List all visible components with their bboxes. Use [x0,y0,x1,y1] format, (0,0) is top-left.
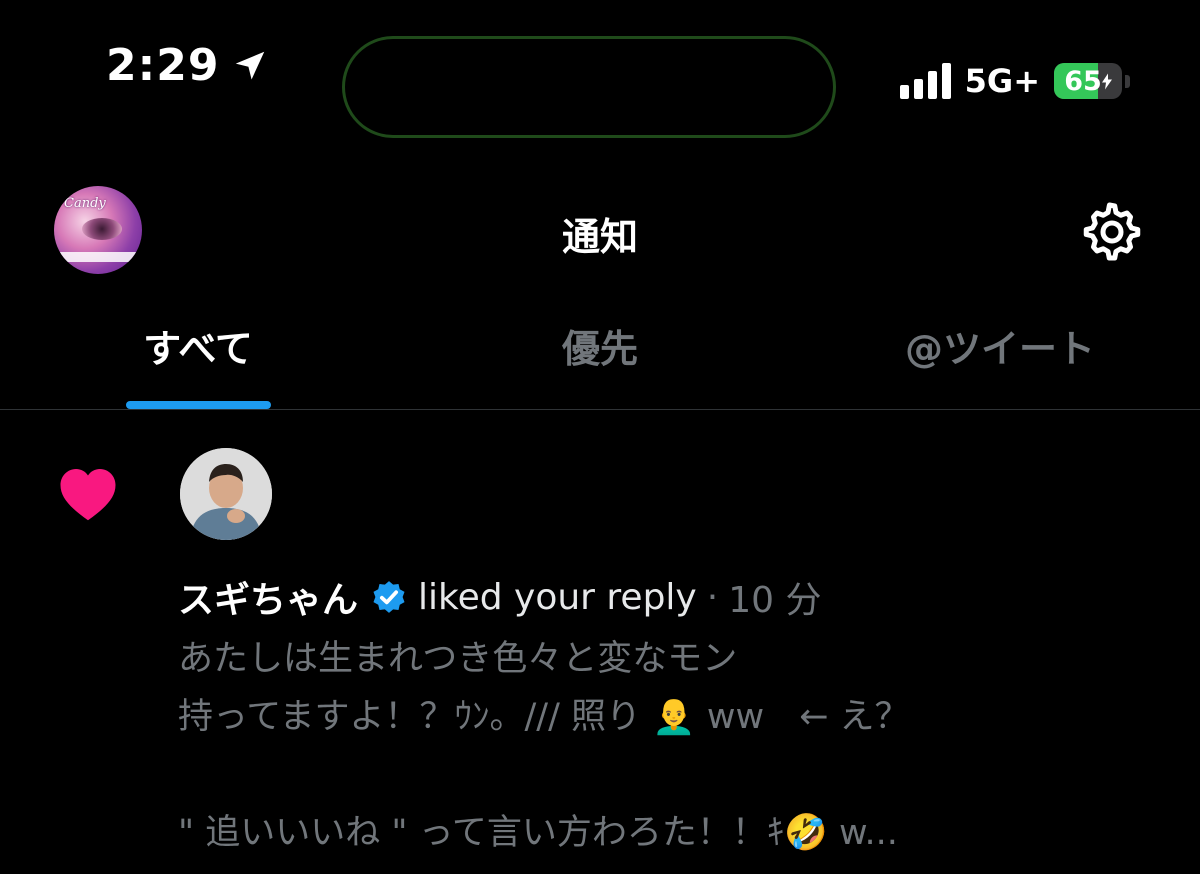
status-time: 2:29 [106,40,269,91]
page-title: 通知 [561,215,638,259]
user-photo [180,448,272,540]
tab-priority[interactable]: 優先 [480,318,720,410]
network-type: 5G+ [964,62,1040,100]
charging-bolt-icon [1101,73,1112,89]
reply-text[interactable]: あたしは生まれつき色々と変なモン 持ってますよ！？ｳﾝ。/// 照り 👨‍🦲 w… [178,630,1078,862]
reply-text-line [178,746,1078,804]
verified-badge-icon [373,581,405,613]
tab-label: @ツイート [904,327,1095,371]
reply-text-line: あたしは生まれつき色々と変なモン [178,639,738,679]
status-time-text: 2:29 [106,40,220,91]
tab-label: 優先 [561,327,638,371]
notification-action: liked your reply [418,576,697,618]
reply-text-line: 持ってますよ！？ｳﾝ。/// 照り 👨‍🦲 ww ← え？ [178,697,910,737]
user-avatar[interactable] [180,448,272,540]
tab-label: すべて [143,327,253,371]
divider [0,409,1200,410]
heart-icon [60,469,116,521]
active-tab-indicator [126,401,271,409]
status-indicators: 5G+ 65 [899,62,1130,100]
notification-header: スギちゃん liked your reply · 10 分 [178,570,821,624]
signal-icon [899,63,951,99]
timestamp: 10 分 [728,580,822,621]
dynamic-island [342,36,836,138]
user-name[interactable]: スギちゃん [178,571,358,623]
notifications-screen: 2:29 5G+ 65 Candy 通知 すべて 優先 @ツイート スギちゃん … [0,0,1200,874]
separator-dot: · [706,576,719,618]
battery-icon: 65 [1054,63,1130,99]
tab-bar: すべて 優先 @ツイート [0,318,1200,410]
location-arrow-icon [236,51,265,79]
gear-icon[interactable] [1082,202,1142,262]
reply-text-line: " 追いいいね " って言い方わろた！！ｷ🤣 w... [178,813,898,853]
tab-all[interactable]: すべて [80,318,316,410]
battery-level: 65 [1064,65,1102,97]
tab-mentions[interactable]: @ツイート [880,318,1120,410]
